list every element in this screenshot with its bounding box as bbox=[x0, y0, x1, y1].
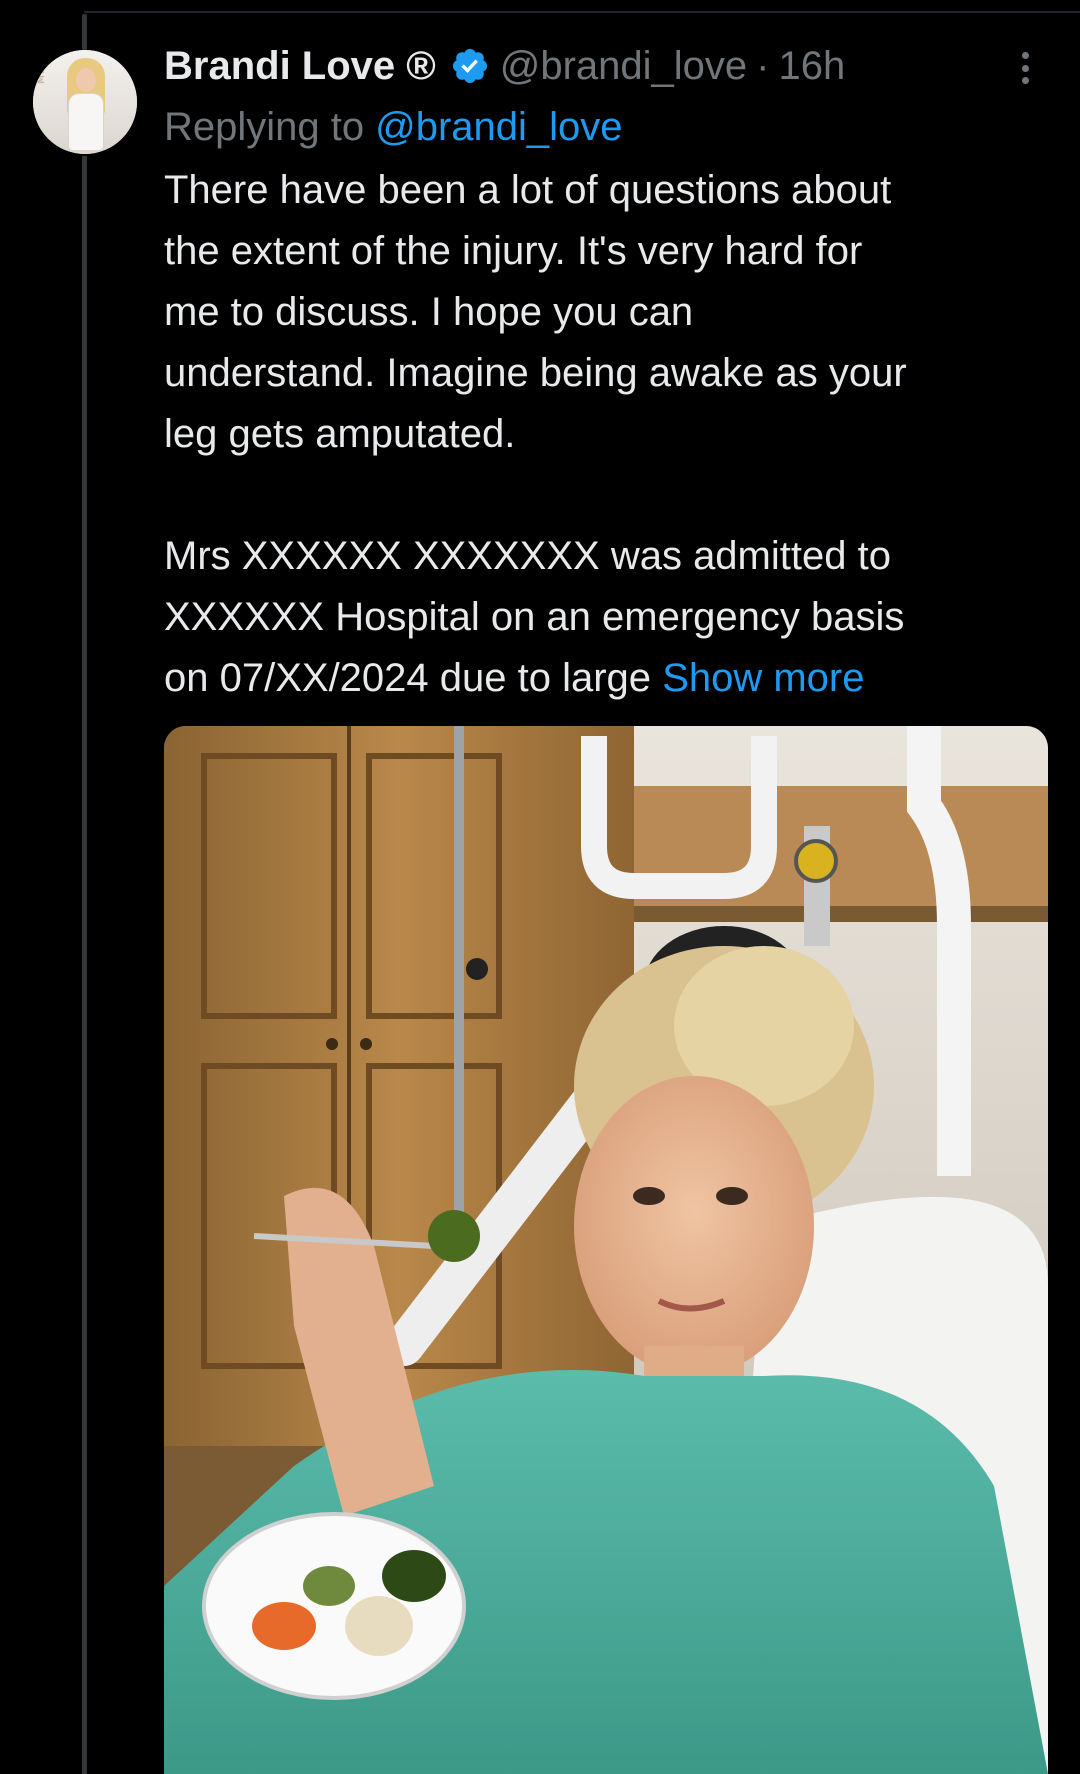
avatar[interactable]: MILFY bbox=[33, 50, 137, 154]
thread-line-lower bbox=[82, 156, 87, 1774]
tweet-line: understand. Imagine being awake as your bbox=[164, 351, 907, 395]
handle[interactable]: @brandi_love bbox=[500, 44, 747, 89]
more-dot-2 bbox=[1021, 64, 1029, 72]
tweet-paragraph-2: Mrs XXXXXX XXXXXXX was admitted to XXXXX… bbox=[164, 526, 1044, 709]
tweet-header: Brandi Love ® @brandi_love · 16h bbox=[164, 40, 845, 92]
tweet-photo[interactable] bbox=[164, 726, 1048, 1774]
hospital-photo-illustration bbox=[164, 726, 1048, 1774]
avatar-tag: MILFY bbox=[37, 50, 47, 84]
more-options-icon[interactable] bbox=[1010, 48, 1040, 88]
replying-prefix: Replying to bbox=[164, 104, 365, 149]
tweet-paragraph-1: There have been a lot of questions about… bbox=[164, 160, 1044, 465]
tweet-line: me to discuss. I hope you can bbox=[164, 290, 694, 334]
separator-dot: · bbox=[756, 43, 770, 88]
avatar-face bbox=[76, 68, 96, 92]
tweet-text: There have been a lot of questions about… bbox=[164, 160, 1044, 709]
replying-to: Replying to @brandi_love bbox=[164, 98, 623, 156]
more-dot-3 bbox=[1021, 77, 1029, 84]
timestamp[interactable]: 16h bbox=[779, 44, 846, 89]
tweet-line: the extent of the injury. It's very hard… bbox=[164, 229, 863, 273]
person-face bbox=[574, 1076, 814, 1376]
replying-mention[interactable]: @brandi_love bbox=[375, 105, 622, 150]
display-name[interactable]: Brandi Love ® bbox=[164, 44, 436, 89]
food-plate bbox=[202, 1512, 466, 1700]
tweet-line: XXXXXX Hospital on an emergency basis bbox=[164, 595, 905, 639]
tweet-line: There have been a lot of questions about bbox=[164, 168, 892, 212]
tweet-line-last: on 07/XX/2024 due to large Show more bbox=[164, 648, 1044, 709]
verified-badge-icon[interactable] bbox=[450, 46, 490, 86]
tweet-line: leg gets amputated. bbox=[164, 412, 516, 456]
more-dot-1 bbox=[1021, 52, 1029, 59]
show-more-link[interactable]: Show more bbox=[662, 656, 864, 700]
avatar-dress bbox=[69, 94, 103, 150]
thread-line-upper bbox=[82, 14, 87, 50]
top-divider bbox=[84, 11, 1080, 13]
tweet-line: Mrs XXXXXX XXXXXXX was admitted to bbox=[164, 534, 891, 578]
tweet-last-line-text: on 07/XX/2024 due to large bbox=[164, 656, 652, 700]
